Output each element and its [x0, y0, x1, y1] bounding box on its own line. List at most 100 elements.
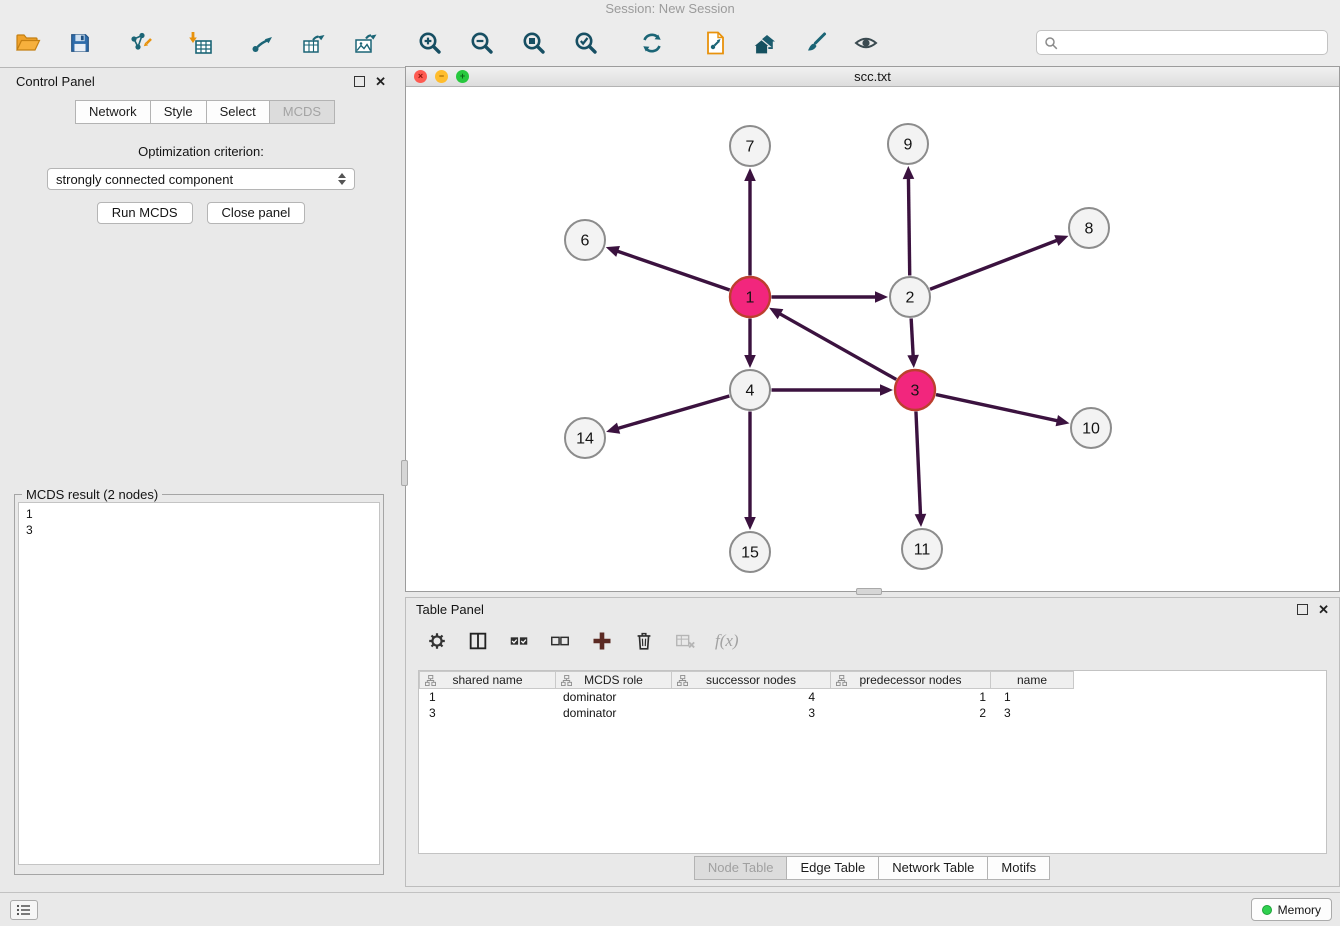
import-table-button[interactable] — [184, 27, 216, 59]
svg-text:2: 2 — [906, 290, 915, 307]
export-table-icon — [301, 30, 327, 56]
splitter-handle-vertical[interactable] — [401, 460, 408, 486]
control-panel-float-button[interactable] — [354, 76, 365, 87]
task-history-button[interactable] — [10, 900, 38, 920]
network-graph[interactable]: 7 9 6 8 1 2 4 3 14 10 15 11 — [406, 88, 1339, 591]
tab-network[interactable]: Network — [75, 100, 151, 124]
import-table-icon — [187, 30, 213, 56]
graph-edge-3-11[interactable] — [916, 411, 921, 516]
graph-node-7[interactable]: 7 — [730, 126, 770, 166]
graph-node-4[interactable]: 4 — [730, 370, 770, 410]
new-network-view-button[interactable] — [700, 27, 732, 59]
window-close-button[interactable] — [414, 70, 427, 83]
window-maximize-button[interactable] — [456, 70, 469, 83]
graph-edge-2-8[interactable] — [930, 240, 1058, 289]
graph-edge-1-6[interactable] — [616, 251, 729, 290]
graph-node-10[interactable]: 10 — [1071, 408, 1111, 448]
cell-shared-name[interactable]: 3 — [419, 705, 556, 721]
tab-select[interactable]: Select — [206, 100, 270, 124]
mcds-result-item[interactable]: 1 — [26, 506, 379, 522]
zoom-out-icon — [469, 30, 495, 56]
cell-shared-name[interactable]: 1 — [419, 689, 556, 705]
tab-style[interactable]: Style — [150, 100, 207, 124]
graph-edge-2-3[interactable] — [911, 318, 913, 357]
table-options-button[interactable] — [426, 630, 448, 652]
export-table-button[interactable] — [298, 27, 330, 59]
memory-label: Memory — [1278, 903, 1321, 917]
table-row[interactable]: 1 dominator 4 1 1 — [419, 689, 1326, 705]
zoom-in-button[interactable] — [414, 27, 446, 59]
graph-node-3[interactable]: 3 — [895, 370, 935, 410]
graph-node-6[interactable]: 6 — [565, 220, 605, 260]
criterion-dropdown[interactable]: strongly connected component — [47, 168, 355, 190]
run-mcds-button[interactable]: Run MCDS — [97, 202, 193, 224]
graph-edge-2-9[interactable] — [908, 177, 909, 276]
graph-node-15[interactable]: 15 — [730, 532, 770, 572]
close-panel-button[interactable]: Close panel — [207, 202, 306, 224]
apply-style-button[interactable] — [800, 27, 832, 59]
cell-successor-nodes[interactable]: 4 — [673, 689, 833, 705]
search-input[interactable] — [1063, 36, 1320, 50]
tab-node-table[interactable]: Node Table — [694, 856, 788, 880]
refresh-layout-button[interactable] — [636, 27, 668, 59]
zoom-selected-button[interactable] — [570, 27, 602, 59]
graph-node-14[interactable]: 14 — [565, 418, 605, 458]
graph-edge-arrow-2-3 — [907, 355, 919, 368]
delete-table-button[interactable] — [674, 630, 696, 652]
column-header-predecessor-nodes[interactable]: predecessor nodes — [830, 671, 991, 689]
zoom-out-button[interactable] — [466, 27, 498, 59]
column-header-name[interactable]: name — [990, 671, 1074, 689]
splitter-handle-horizontal[interactable] — [856, 588, 882, 595]
graph-edge-3-1[interactable] — [779, 313, 897, 379]
cell-predecessor-nodes[interactable]: 1 — [833, 689, 994, 705]
cell-mcds-role[interactable]: dominator — [556, 689, 673, 705]
export-network-button[interactable] — [246, 27, 278, 59]
show-hide-graphics-button[interactable] — [850, 27, 882, 59]
graph-edge-arrow-1-2 — [875, 291, 888, 303]
graph-edge-arrow-4-14 — [606, 423, 620, 434]
open-session-button[interactable] — [12, 27, 44, 59]
delete-column-button[interactable] — [633, 630, 655, 652]
graph-edge-4-14[interactable] — [617, 396, 730, 429]
eye-icon — [853, 30, 879, 56]
tab-motifs[interactable]: Motifs — [987, 856, 1050, 880]
mcds-result-item[interactable]: 3 — [26, 522, 379, 538]
show-all-views-button[interactable] — [750, 27, 782, 59]
graph-node-1[interactable]: 1 — [730, 277, 770, 317]
zoom-fit-button[interactable] — [518, 27, 550, 59]
column-header-mcds-role[interactable]: MCDS role — [555, 671, 672, 689]
cell-name[interactable]: 3 — [994, 705, 1078, 721]
create-column-button[interactable] — [590, 629, 614, 653]
cell-name[interactable]: 1 — [994, 689, 1078, 705]
graph-node-9[interactable]: 9 — [888, 124, 928, 164]
show-columns-button[interactable] — [467, 630, 489, 652]
save-session-button[interactable] — [64, 27, 96, 59]
select-all-columns-button[interactable] — [508, 630, 530, 652]
import-network-button[interactable] — [124, 27, 156, 59]
cell-successor-nodes[interactable]: 3 — [673, 705, 833, 721]
tab-mcds[interactable]: MCDS — [269, 100, 335, 124]
window-minimize-button[interactable] — [435, 70, 448, 83]
network-canvas[interactable]: 7 9 6 8 1 2 4 3 14 10 15 11 — [406, 88, 1339, 591]
deselect-all-columns-button[interactable] — [549, 630, 571, 652]
tab-edge-table[interactable]: Edge Table — [786, 856, 879, 880]
graph-edge-3-10[interactable] — [936, 395, 1059, 421]
column-header-shared-name[interactable]: shared name — [419, 671, 556, 689]
graph-node-11[interactable]: 11 — [902, 529, 942, 569]
table-row[interactable]: 3 dominator 3 2 3 — [419, 705, 1326, 721]
tab-network-table[interactable]: Network Table — [878, 856, 988, 880]
search-box[interactable] — [1036, 30, 1328, 55]
cell-predecessor-nodes[interactable]: 2 — [833, 705, 994, 721]
control-panel-close-button[interactable]: ✕ — [375, 76, 386, 87]
graph-node-2[interactable]: 2 — [890, 277, 930, 317]
cell-mcds-role[interactable]: dominator — [556, 705, 673, 721]
function-builder-button[interactable]: f(x) — [715, 631, 739, 651]
column-header-successor-nodes[interactable]: successor nodes — [671, 671, 831, 689]
table-panel-float-button[interactable] — [1297, 604, 1308, 615]
plus-icon — [590, 629, 614, 653]
table-panel-close-button[interactable]: ✕ — [1318, 604, 1329, 615]
control-panel-title: Control Panel — [16, 74, 95, 89]
graph-node-8[interactable]: 8 — [1069, 208, 1109, 248]
memory-button[interactable]: Memory — [1251, 898, 1332, 921]
export-image-button[interactable] — [350, 27, 382, 59]
